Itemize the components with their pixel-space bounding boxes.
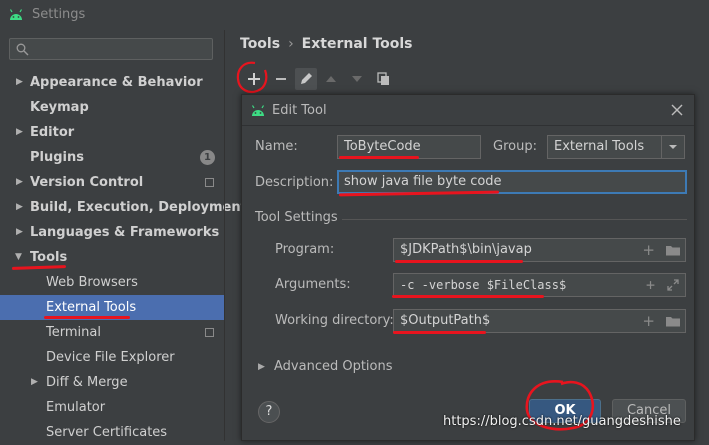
project-level-icon (205, 328, 214, 337)
working-directory-value: $OutputPath$ (400, 313, 491, 328)
folder-icon[interactable] (665, 314, 681, 328)
working-directory-label: Working directory: (275, 313, 394, 328)
annotation-underline (395, 260, 523, 263)
breadcrumb-root[interactable]: Tools (240, 36, 280, 52)
chevron-right-icon[interactable]: ▶ (16, 70, 23, 95)
advanced-options-toggle[interactable]: Advanced Options (274, 359, 393, 374)
breadcrumb-current: External Tools (301, 36, 413, 52)
copy-tool-button[interactable] (373, 68, 395, 90)
working-directory-field[interactable]: $OutputPath$ + (393, 309, 686, 333)
sidebar-item-version-control[interactable]: ▶ Version Control (0, 170, 224, 195)
chevron-right-icon[interactable]: ▶ (16, 220, 23, 245)
breadcrumb: Tools › External Tools (240, 36, 413, 52)
chevron-right-icon[interactable]: ▶ (16, 120, 23, 145)
insert-macro-icon[interactable]: + (642, 310, 655, 332)
sidebar-item-server-certificates[interactable]: Server Certificates (0, 420, 224, 445)
sidebar-divider (224, 30, 225, 441)
sidebar-item-appearance[interactable]: ▶ Appearance & Behavior (0, 70, 224, 95)
annotation-underline (339, 156, 419, 159)
tool-settings-title: Tool Settings (255, 210, 338, 225)
sidebar-item-device-file-explorer[interactable]: Device File Explorer (0, 345, 224, 370)
folder-icon[interactable] (665, 243, 681, 257)
sidebar-item-plugins[interactable]: Plugins 1 (0, 145, 224, 170)
edit-tool-dialog: Edit Tool Name: ToByteCode Group: Extern… (241, 94, 695, 441)
sidebar-item-diff-merge[interactable]: ▶ Diff & Merge (0, 370, 224, 395)
breadcrumb-separator-icon: › (288, 36, 294, 52)
sidebar-item-build[interactable]: ▶ Build, Execution, Deployment (0, 195, 247, 220)
project-level-icon (205, 178, 214, 187)
expand-icon[interactable] (666, 278, 680, 292)
android-icon (250, 103, 266, 117)
edit-tool-button[interactable] (295, 68, 317, 90)
search-icon (16, 43, 29, 56)
program-label: Program: (275, 242, 335, 257)
chevron-down-icon[interactable] (661, 136, 684, 158)
arguments-field[interactable]: -c -verbose $FileClass$ + (393, 273, 686, 297)
close-icon[interactable] (670, 103, 684, 117)
remove-tool-button[interactable] (270, 68, 292, 90)
program-field[interactable]: $JDKPath$\bin\javap + (393, 238, 686, 262)
move-down-button[interactable] (346, 68, 368, 90)
move-up-button[interactable] (320, 68, 342, 90)
program-value: $JDKPath$\bin\javap (400, 242, 532, 257)
arguments-value: -c -verbose $FileClass$ (400, 278, 567, 292)
description-field[interactable]: show java file byte code (337, 170, 687, 194)
sidebar-item-keymap[interactable]: Keymap (0, 95, 224, 120)
watermark: https://blog.csdn.net/guangdeshishe (443, 414, 681, 429)
sidebar-item-editor[interactable]: ▶ Editor (0, 120, 224, 145)
arguments-label: Arguments: (275, 277, 351, 292)
annotation-underline (392, 295, 544, 298)
section-divider (342, 219, 687, 220)
sidebar-item-languages[interactable]: ▶ Languages & Frameworks (0, 220, 224, 245)
sidebar-item-web-browsers[interactable]: Web Browsers (0, 270, 224, 295)
description-label: Description: (255, 175, 334, 190)
window-title: Settings (32, 7, 86, 22)
group-select-value: External Tools (554, 139, 645, 154)
annotation-underline (44, 316, 130, 319)
dialog-header-divider (242, 125, 694, 126)
help-button[interactable]: ? (258, 401, 280, 423)
search-input[interactable] (9, 38, 213, 60)
insert-macro-icon[interactable]: + (642, 239, 655, 261)
annotation-circle (235, 60, 269, 96)
name-label: Name: (255, 139, 298, 154)
group-label: Group: (493, 139, 537, 154)
annotation-underline (393, 331, 486, 334)
chevron-right-icon[interactable]: ▶ (16, 195, 23, 220)
chevron-right-icon[interactable]: ▶ (31, 370, 38, 395)
sidebar-item-terminal[interactable]: Terminal (0, 320, 224, 345)
group-select[interactable]: External Tools (547, 135, 685, 159)
insert-macro-icon[interactable]: + (646, 274, 655, 296)
chevron-right-icon[interactable]: ▶ (16, 170, 23, 195)
plugins-update-badge: 1 (200, 150, 215, 165)
title-bar: Settings (0, 0, 709, 30)
dialog-title: Edit Tool (272, 103, 327, 118)
sidebar-item-emulator[interactable]: Emulator (0, 395, 224, 420)
android-icon (8, 7, 24, 21)
chevron-right-icon[interactable]: ▶ (258, 362, 265, 372)
